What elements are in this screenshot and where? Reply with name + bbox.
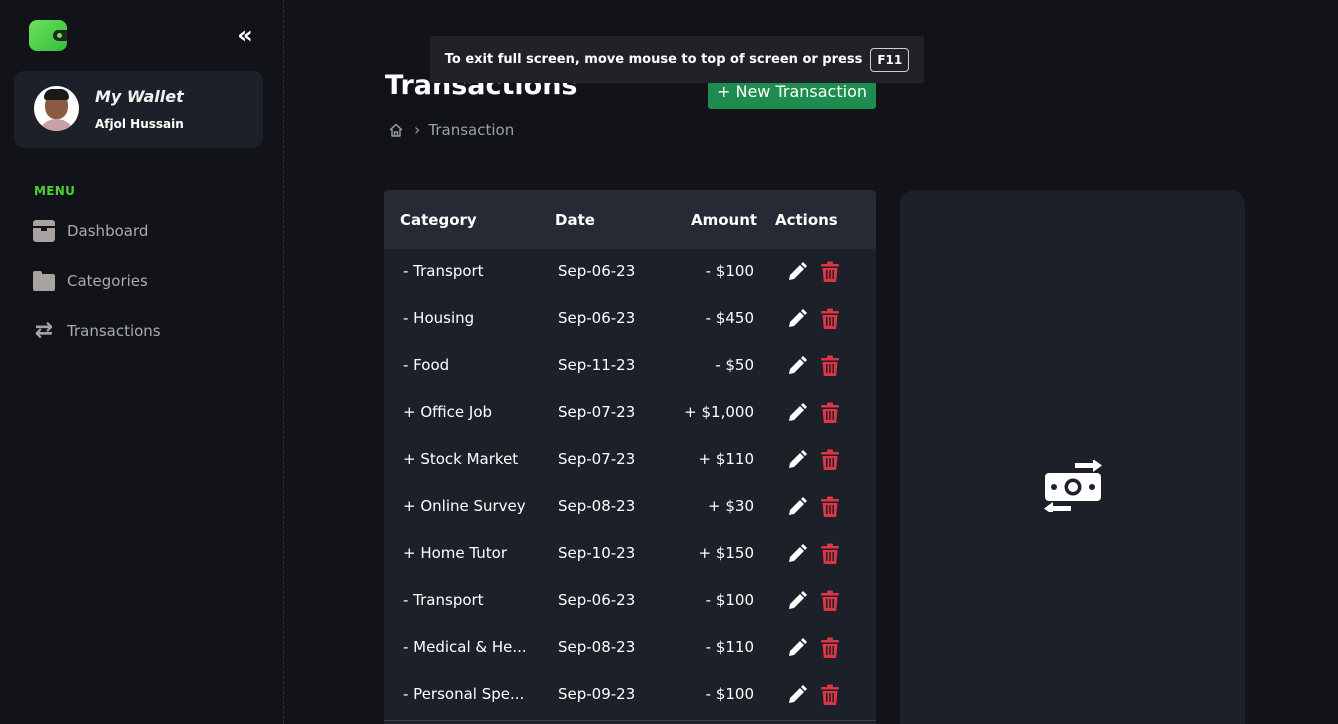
row-date: Sep-09-23 <box>558 685 636 703</box>
profile-card: My Wallet Afjol Hussain <box>14 71 263 148</box>
row-date: Sep-06-23 <box>558 591 636 609</box>
row-date: Sep-07-23 <box>558 450 636 468</box>
delete-trash-icon[interactable] <box>821 355 839 377</box>
table-row: + Stock Market Sep-07-23 + $110 <box>384 437 876 484</box>
row-date: Sep-10-23 <box>558 544 636 562</box>
row-category: + Stock Market <box>403 450 519 468</box>
edit-pencil-icon[interactable] <box>786 261 808 283</box>
edit-pencil-icon[interactable] <box>786 308 808 330</box>
row-category: - Housing <box>403 309 475 327</box>
table-row: - Personal Spe... Sep-09-23 - $100 <box>384 672 876 719</box>
folder-icon <box>33 271 55 291</box>
table-row: - Food Sep-11-23 - $50 <box>384 343 876 390</box>
fullscreen-banner: To exit full screen, move mouse to top o… <box>430 36 924 83</box>
row-date: Sep-07-23 <box>558 403 636 421</box>
delete-trash-icon[interactable] <box>821 590 839 612</box>
f11-key: F11 <box>870 47 910 72</box>
row-amount: + $1,000 <box>684 403 754 421</box>
row-amount: + $30 <box>708 497 754 515</box>
row-amount: + $150 <box>698 544 754 562</box>
sidebar-item-dashboard[interactable]: Dashboard <box>33 218 148 244</box>
row-category: - Personal Spe... <box>403 685 525 703</box>
row-amount: - $50 <box>715 356 754 374</box>
row-date: Sep-08-23 <box>558 638 636 656</box>
row-amount: - $100 <box>705 262 754 280</box>
delete-trash-icon[interactable] <box>821 308 839 330</box>
column-header-date[interactable]: Date <box>555 211 595 229</box>
swap-arrows-icon: ⇄ <box>34 318 54 343</box>
row-date: Sep-06-23 <box>558 309 636 327</box>
home-icon[interactable] <box>388 122 404 138</box>
breadcrumb: › Transaction <box>388 120 514 139</box>
delete-trash-icon[interactable] <box>821 684 839 706</box>
table-row: - Transport Sep-06-23 - $100 <box>384 578 876 625</box>
row-category: + Office Job <box>403 403 493 421</box>
fullscreen-banner-text: To exit full screen, move mouse to top o… <box>444 52 863 67</box>
avatar <box>34 86 79 131</box>
delete-trash-icon[interactable] <box>821 261 839 283</box>
table-header: Category Date Amount Actions <box>384 190 876 249</box>
wallet-logo-icon <box>29 20 67 51</box>
money-exchange-icon <box>1044 460 1102 512</box>
side-panel <box>900 190 1245 724</box>
row-category: + Home Tutor <box>403 544 508 562</box>
table-row: - Housing Sep-06-23 - $450 <box>384 296 876 343</box>
row-category: - Food <box>403 356 450 374</box>
delete-trash-icon[interactable] <box>821 496 839 518</box>
row-category: + Online Survey <box>403 497 526 515</box>
row-amount: - $450 <box>705 309 754 327</box>
delete-trash-icon[interactable] <box>821 637 839 659</box>
wallet-title: My Wallet <box>95 87 184 106</box>
transactions-table: Category Date Amount Actions - Transport… <box>384 190 876 724</box>
row-amount: - $110 <box>705 638 754 656</box>
table-row: - Transport Sep-06-23 - $100 <box>384 249 876 296</box>
delete-trash-icon[interactable] <box>821 402 839 424</box>
row-category: - Transport <box>403 262 484 280</box>
row-date: Sep-11-23 <box>558 356 636 374</box>
column-header-category[interactable]: Category <box>400 211 477 229</box>
column-header-actions: Actions <box>775 211 838 229</box>
row-amount: + $110 <box>698 450 754 468</box>
edit-pencil-icon[interactable] <box>786 402 808 424</box>
sidebar-item-transactions[interactable]: ⇄ Transactions <box>33 318 161 344</box>
table-row: + Office Job Sep-07-23 + $1,000 <box>384 390 876 437</box>
edit-pencil-icon[interactable] <box>786 496 808 518</box>
table-row: + Home Tutor Sep-10-23 + $150 <box>384 531 876 578</box>
sidebar-item-label: Dashboard <box>67 222 149 240</box>
row-category: - Medical & He... <box>403 638 527 656</box>
box-icon <box>33 220 55 242</box>
table-divider <box>384 720 876 721</box>
sidebar: « My Wallet Afjol Hussain MENU Dashboard… <box>0 0 284 724</box>
table-row: + Online Survey Sep-08-23 + $30 <box>384 484 876 531</box>
menu-heading: MENU <box>34 184 76 198</box>
edit-pencil-icon[interactable] <box>786 355 808 377</box>
row-amount: - $100 <box>705 685 754 703</box>
sidebar-item-label: Categories <box>67 272 148 290</box>
row-category: - Transport <box>403 591 484 609</box>
table-body: - Transport Sep-06-23 - $100 - Housing Sep-0… <box>384 249 876 719</box>
edit-pencil-icon[interactable] <box>786 590 808 612</box>
delete-trash-icon[interactable] <box>821 543 839 565</box>
row-amount: - $100 <box>705 591 754 609</box>
delete-trash-icon[interactable] <box>821 449 839 471</box>
user-name: Afjol Hussain <box>95 117 184 131</box>
sidebar-item-categories[interactable]: Categories <box>33 268 148 294</box>
edit-pencil-icon[interactable] <box>786 684 808 706</box>
sidebar-item-label: Transactions <box>67 322 161 340</box>
row-date: Sep-06-23 <box>558 262 636 280</box>
table-row: - Medical & He... Sep-08-23 - $110 <box>384 625 876 672</box>
breadcrumb-current: Transaction <box>428 120 515 139</box>
edit-pencil-icon[interactable] <box>786 637 808 659</box>
row-date: Sep-08-23 <box>558 497 636 515</box>
edit-pencil-icon[interactable] <box>786 449 808 471</box>
chevron-right-icon: › <box>414 120 421 139</box>
column-header-amount[interactable]: Amount <box>691 211 757 229</box>
edit-pencil-icon[interactable] <box>786 543 808 565</box>
collapse-sidebar-button[interactable]: « <box>234 23 256 47</box>
